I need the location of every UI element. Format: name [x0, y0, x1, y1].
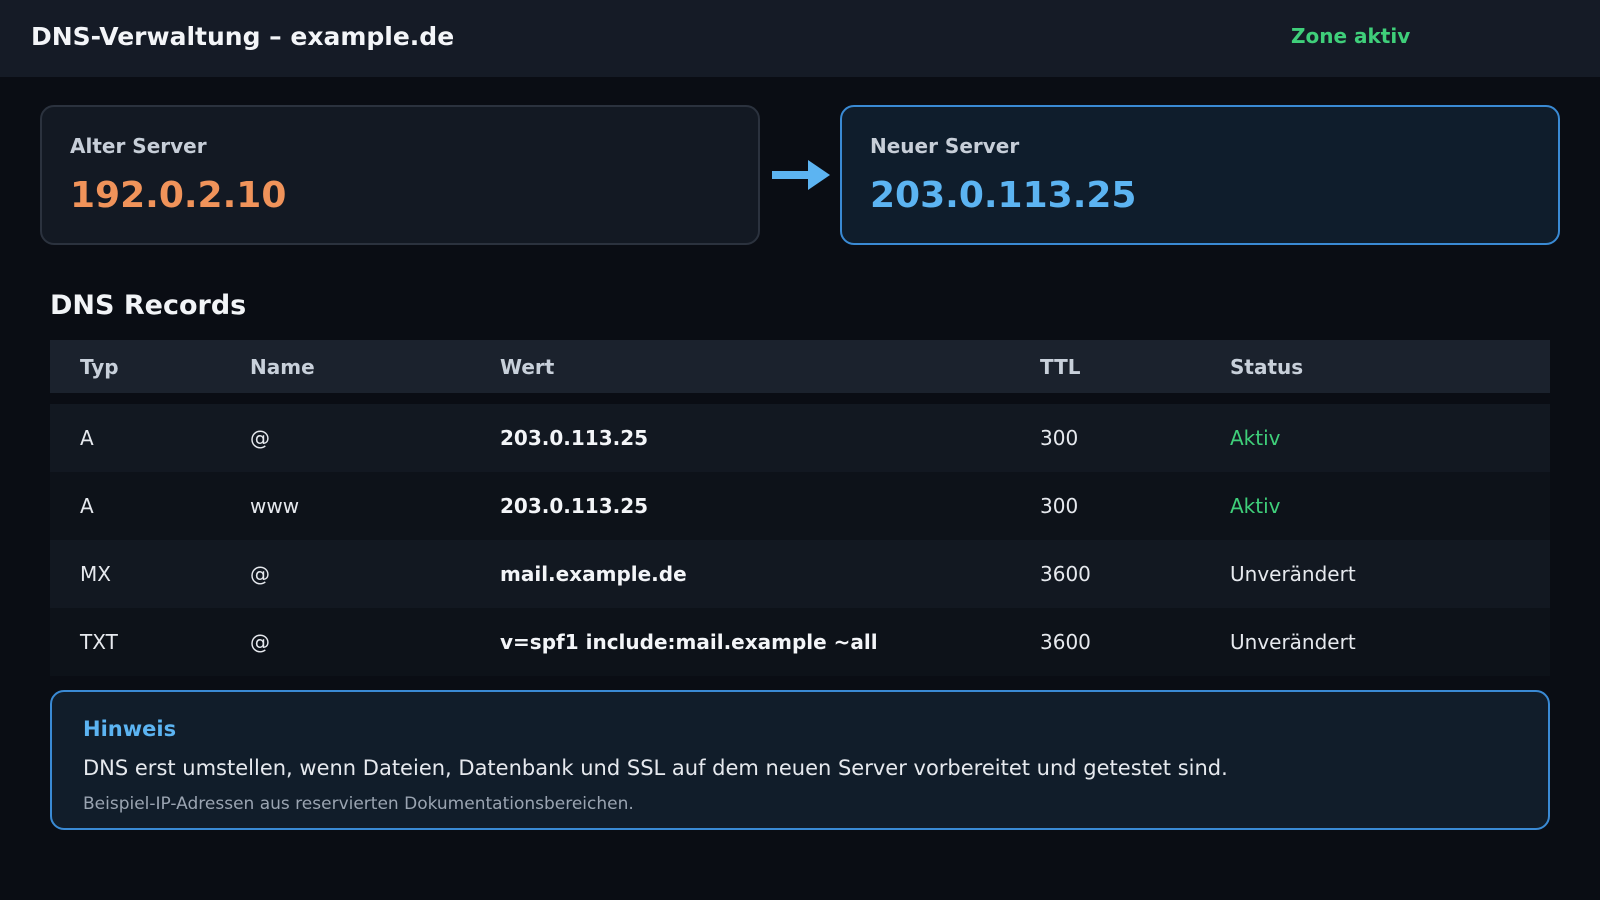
- hint-title: Hinweis: [83, 717, 177, 741]
- table-row[interactable]: TXT @ v=spf1 include:mail.example ~all 3…: [50, 608, 1550, 676]
- record-name: @: [250, 426, 270, 450]
- new-server-ip: 203.0.113.25: [870, 175, 1137, 216]
- record-value: 203.0.113.25: [500, 426, 649, 450]
- record-name: @: [250, 630, 270, 654]
- old-server-ip: 192.0.2.10: [70, 175, 287, 216]
- table-row[interactable]: A @ 203.0.113.25 300 Aktiv: [50, 404, 1550, 472]
- record-status: Aktiv: [1230, 494, 1281, 518]
- column-header-ttl[interactable]: TTL: [1040, 355, 1081, 379]
- record-value: mail.example.de: [500, 562, 687, 586]
- record-name: www: [250, 494, 300, 518]
- hint-text: DNS erst umstellen, wenn Dateien, Datenb…: [83, 756, 1228, 780]
- table-header: Typ Name Wert TTL Status: [50, 340, 1550, 393]
- new-server-card: Neuer Server 203.0.113.25: [840, 105, 1560, 245]
- record-ttl: 3600: [1040, 562, 1091, 586]
- zone-status-badge: Zone aktiv: [1291, 24, 1411, 48]
- record-status: Aktiv: [1230, 426, 1281, 450]
- table-row[interactable]: MX @ mail.example.de 3600 Unverändert: [50, 540, 1550, 608]
- dns-records-table: Typ Name Wert TTL Status A @ 203.0.113.2…: [50, 340, 1550, 676]
- new-server-label: Neuer Server: [870, 134, 1020, 158]
- record-name: @: [250, 562, 270, 586]
- record-ttl: 300: [1040, 426, 1079, 450]
- record-value: v=spf1 include:mail.example ~all: [500, 630, 878, 654]
- record-status: Unverändert: [1230, 562, 1356, 586]
- old-server-card: Alter Server 192.0.2.10: [40, 105, 760, 245]
- column-header-type[interactable]: Typ: [80, 355, 119, 379]
- column-header-status[interactable]: Status: [1230, 355, 1303, 379]
- record-type: TXT: [80, 630, 118, 654]
- record-type: A: [80, 426, 94, 450]
- arrow-right-icon: [772, 160, 830, 190]
- record-status: Unverändert: [1230, 630, 1356, 654]
- records-section-title: DNS Records: [50, 290, 247, 321]
- table-body: A @ 203.0.113.25 300 Aktiv A www 203.0.1…: [50, 404, 1550, 676]
- table-row[interactable]: A www 203.0.113.25 300 Aktiv: [50, 472, 1550, 540]
- page-title: DNS-Verwaltung – example.de: [31, 22, 455, 51]
- hint-box: Hinweis DNS erst umstellen, wenn Dateien…: [50, 690, 1550, 830]
- record-ttl: 3600: [1040, 630, 1091, 654]
- hint-note: Beispiel-IP-Adressen aus reservierten Do…: [83, 794, 634, 814]
- top-bar: DNS-Verwaltung – example.de Zone aktiv: [0, 0, 1600, 77]
- record-type: A: [80, 494, 94, 518]
- column-header-name[interactable]: Name: [250, 355, 315, 379]
- record-type: MX: [80, 562, 111, 586]
- column-header-value[interactable]: Wert: [500, 355, 554, 379]
- record-ttl: 300: [1040, 494, 1079, 518]
- record-value: 203.0.113.25: [500, 494, 649, 518]
- old-server-label: Alter Server: [70, 134, 207, 158]
